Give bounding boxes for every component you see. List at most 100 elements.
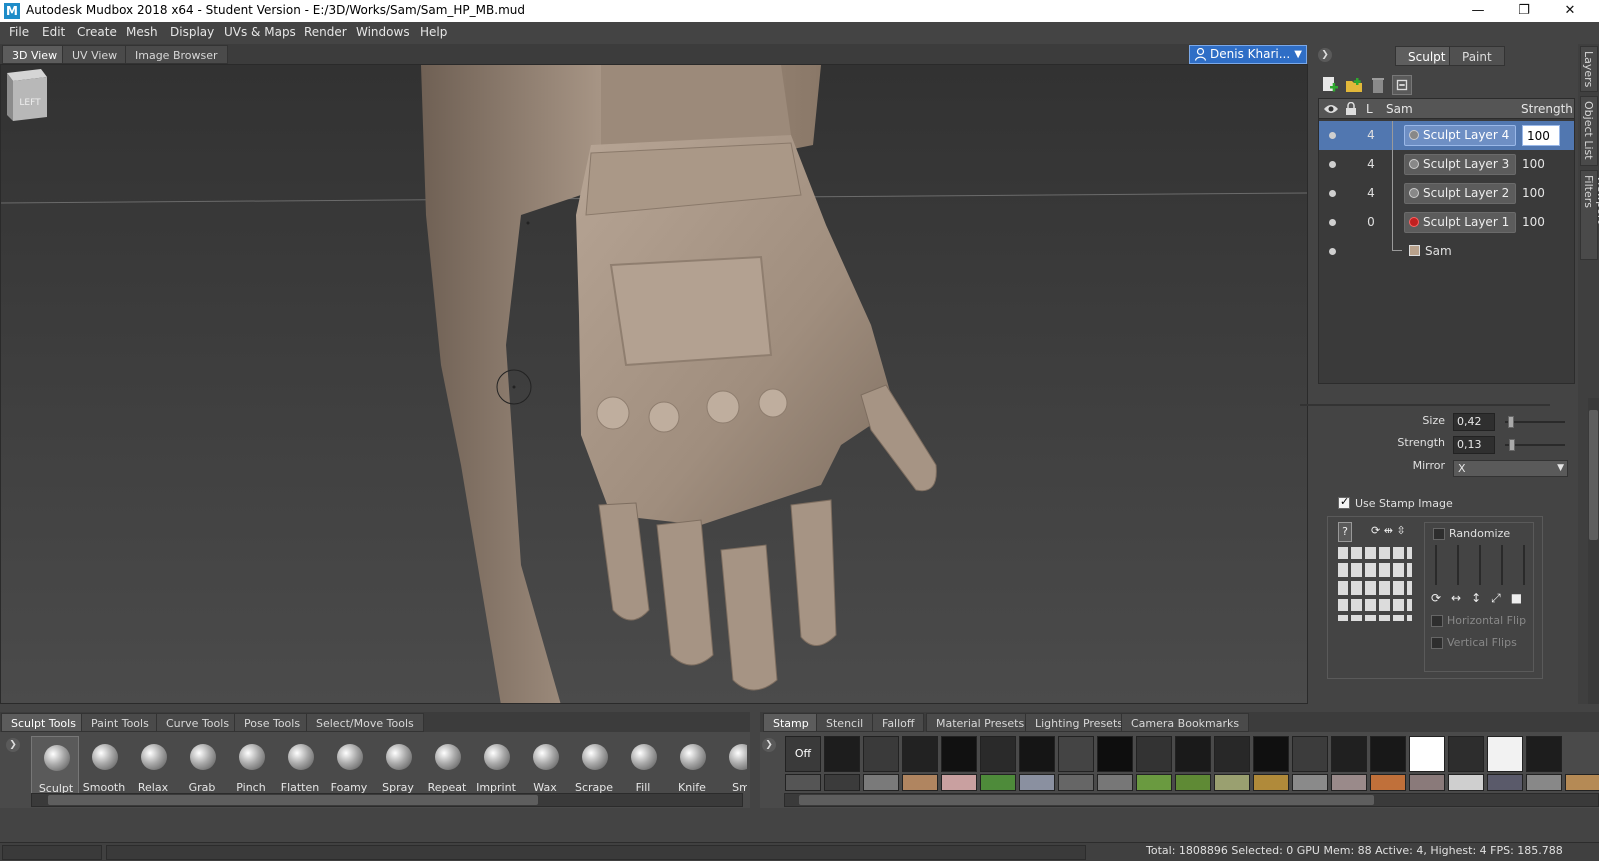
stamp-thumbnail[interactable]	[1409, 774, 1445, 791]
object-row-sam[interactable]: Sam	[1319, 237, 1574, 266]
stamp-thumbnail[interactable]	[1214, 774, 1250, 791]
tab-material-presets[interactable]: Material Presets	[926, 713, 1035, 732]
use-stamp-checkbox[interactable]	[1338, 495, 1350, 509]
stamp-thumbnail[interactable]	[863, 774, 899, 791]
3d-viewport[interactable]: LEFT	[0, 64, 1308, 704]
menu-help[interactable]: Help	[420, 25, 447, 39]
stamp-thumbnail[interactable]	[1487, 736, 1523, 772]
stamp-thumbnail[interactable]	[1136, 774, 1172, 791]
size-input[interactable]: 0,42	[1453, 413, 1495, 431]
stamp-thumbnail[interactable]	[980, 774, 1016, 791]
eye-icon[interactable]	[1323, 103, 1339, 115]
tab-sculpt-tools[interactable]: Sculpt Tools	[1, 713, 86, 732]
layer-options-icon[interactable]	[1392, 75, 1412, 95]
scrollbar-thumb[interactable]	[1589, 410, 1598, 540]
stamp-thumbnail[interactable]	[1253, 774, 1289, 791]
menu-display[interactable]: Display	[170, 25, 214, 39]
scrollbar-thumb[interactable]	[48, 795, 538, 805]
layer-row-sculpt-layer-4[interactable]: 4 Sculpt Layer 4 100	[1319, 121, 1574, 150]
mirror-select[interactable]: X ▼	[1453, 460, 1568, 477]
visibility-dot[interactable]	[1329, 190, 1336, 197]
menu-create[interactable]: Create	[77, 25, 117, 39]
size-slider-handle[interactable]	[1508, 416, 1514, 428]
stamp-thumbnail[interactable]	[1175, 774, 1211, 791]
size-slider[interactable]	[1505, 421, 1565, 423]
tab-3d-view[interactable]: 3D View	[2, 45, 68, 64]
side-tab-layers[interactable]: Layers	[1580, 46, 1598, 92]
stamp-thumbnail[interactable]	[1448, 736, 1484, 772]
help-icon[interactable]: ?	[1338, 522, 1352, 542]
stamp-thumbnail[interactable]	[1292, 736, 1328, 772]
stamp-thumbnail[interactable]	[1136, 736, 1172, 772]
stamp-off[interactable]: Off	[785, 736, 821, 772]
stamp-thumbnail[interactable]	[1331, 774, 1367, 791]
random-slider-4[interactable]	[1501, 545, 1503, 585]
stamp-thumbnail[interactable]	[902, 736, 938, 772]
tab-uv-view[interactable]: UV View	[62, 45, 128, 64]
menu-edit[interactable]: Edit	[42, 25, 65, 39]
folder-icon[interactable]	[1344, 75, 1364, 95]
layer-strength[interactable]: 100	[1522, 157, 1545, 171]
stamp-thumbnail[interactable]	[1058, 736, 1094, 772]
stamp-thumbnail[interactable]	[1331, 736, 1367, 772]
panel-collapse-icon[interactable]: ❯	[1318, 48, 1332, 62]
tab-image-browser[interactable]: Image Browser	[125, 45, 228, 64]
tray-scroll-left-icon[interactable]: ❯	[762, 738, 776, 752]
strength-input[interactable]: 0,13	[1453, 436, 1495, 454]
stamp-thumbnail[interactable]	[1526, 736, 1562, 772]
stamp-thumbnail[interactable]	[1019, 774, 1055, 791]
object-name[interactable]: Sam	[1407, 244, 1452, 258]
visibility-dot[interactable]	[1329, 248, 1336, 255]
random-slider-3[interactable]	[1479, 545, 1481, 585]
column-object[interactable]: Sam	[1386, 102, 1413, 116]
tab-pose-tools[interactable]: Pose Tools	[234, 713, 311, 732]
menu-render[interactable]: Render	[304, 25, 347, 39]
tab-stamp[interactable]: Stamp	[763, 713, 819, 732]
tab-select-move-tools[interactable]: Select/Move Tools	[306, 713, 424, 732]
tab-curve-tools[interactable]: Curve Tools	[156, 713, 240, 732]
layer-name[interactable]: Sculpt Layer 1	[1404, 212, 1516, 233]
trash-icon[interactable]	[1368, 75, 1388, 95]
menu-windows[interactable]: Windows	[356, 25, 410, 39]
layer-row-sculpt-layer-3[interactable]: 4 Sculpt Layer 3 100	[1319, 150, 1574, 179]
menu-file[interactable]: File	[9, 25, 29, 39]
stamp-thumbnail[interactable]	[1058, 774, 1094, 791]
stamp-preview-image[interactable]	[1338, 547, 1412, 621]
column-strength[interactable]: Strength	[1521, 102, 1573, 116]
stamp-thumbnail[interactable]	[785, 774, 821, 791]
new-layer-icon[interactable]	[1320, 75, 1340, 95]
stamp-thumbnail[interactable]	[1448, 774, 1484, 791]
rotate-flip-icons[interactable]: ⟳ ⇹ ⇳	[1371, 524, 1406, 537]
layer-row-sculpt-layer-2[interactable]: 4 Sculpt Layer 2 100	[1319, 179, 1574, 208]
stamp-thumbnail[interactable]	[1409, 736, 1445, 772]
visibility-dot[interactable]	[1329, 132, 1336, 139]
random-transform-icons[interactable]: ⟳↔↕⤢■	[1431, 591, 1532, 606]
layer-name[interactable]: Sculpt Layer 2	[1404, 183, 1516, 204]
scrollbar-thumb[interactable]	[799, 795, 1374, 805]
side-tab-viewport-filters[interactable]: Viewport Filters	[1580, 170, 1599, 260]
tab-falloff[interactable]: Falloff	[872, 713, 925, 732]
stamp-thumbnail[interactable]	[1019, 736, 1055, 772]
stamp-thumbnail[interactable]	[1097, 774, 1133, 791]
random-slider-5[interactable]	[1523, 545, 1525, 585]
tools-scrollbar[interactable]	[31, 793, 743, 807]
vertical-flips-checkbox[interactable]	[1431, 637, 1443, 649]
tab-camera-bookmarks[interactable]: Camera Bookmarks	[1121, 713, 1250, 732]
lock-icon[interactable]	[1345, 102, 1357, 115]
menu-mesh[interactable]: Mesh	[126, 25, 158, 39]
tab-paint[interactable]: Paint	[1449, 46, 1505, 66]
layer-strength-input[interactable]: 100	[1522, 125, 1560, 146]
strength-slider-handle[interactable]	[1509, 439, 1515, 451]
stamp-thumbnail[interactable]	[941, 736, 977, 772]
layer-name[interactable]: Sculpt Layer 3	[1404, 154, 1516, 175]
tab-paint-tools[interactable]: Paint Tools	[81, 713, 159, 732]
stamp-thumbnail[interactable]	[1097, 736, 1133, 772]
stamp-thumbnail[interactable]	[902, 774, 938, 791]
user-account-button[interactable]: Denis Khari... ▼	[1189, 45, 1307, 64]
tray-scrollbar[interactable]	[784, 793, 1599, 807]
stamp-thumbnail[interactable]	[1370, 736, 1406, 772]
visibility-dot[interactable]	[1329, 219, 1336, 226]
viewcube-widget[interactable]: LEFT	[1, 65, 49, 121]
stamp-thumbnail[interactable]	[1253, 736, 1289, 772]
column-level[interactable]: L	[1366, 102, 1373, 116]
